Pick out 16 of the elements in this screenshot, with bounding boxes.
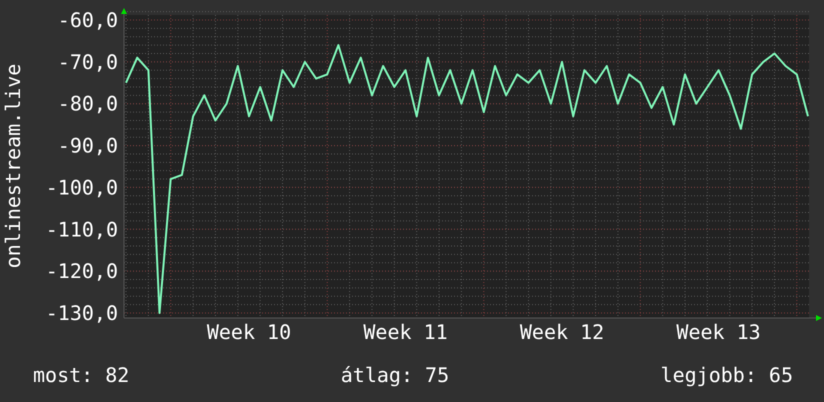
y-axis-title: onlinestream.live — [1, 64, 25, 268]
x-tick-label: Week 10 — [206, 320, 292, 344]
y-tick-label: -100,0 — [46, 175, 118, 200]
y-tick-label: -80,0 — [58, 92, 118, 116]
y-tick-label: -120,0 — [46, 259, 118, 284]
y-tick-label: -110,0 — [46, 217, 118, 242]
x-tick-label: Week 12 — [520, 320, 604, 344]
y-tick-label: -130,0 — [46, 301, 118, 325]
x-tick-label: Week 11 — [363, 320, 448, 344]
x-tick-label: Week 13 — [676, 320, 761, 344]
stat-text: most: 82 — [33, 363, 130, 387]
y-tick-label: -70,0 — [58, 50, 118, 74]
stat-text: átlag: 75 — [340, 363, 450, 387]
y-tick-label: -90,0 — [58, 134, 118, 158]
y-tick-label: -60,0 — [58, 8, 118, 32]
stat-text: legjobb: 65 — [660, 363, 793, 387]
